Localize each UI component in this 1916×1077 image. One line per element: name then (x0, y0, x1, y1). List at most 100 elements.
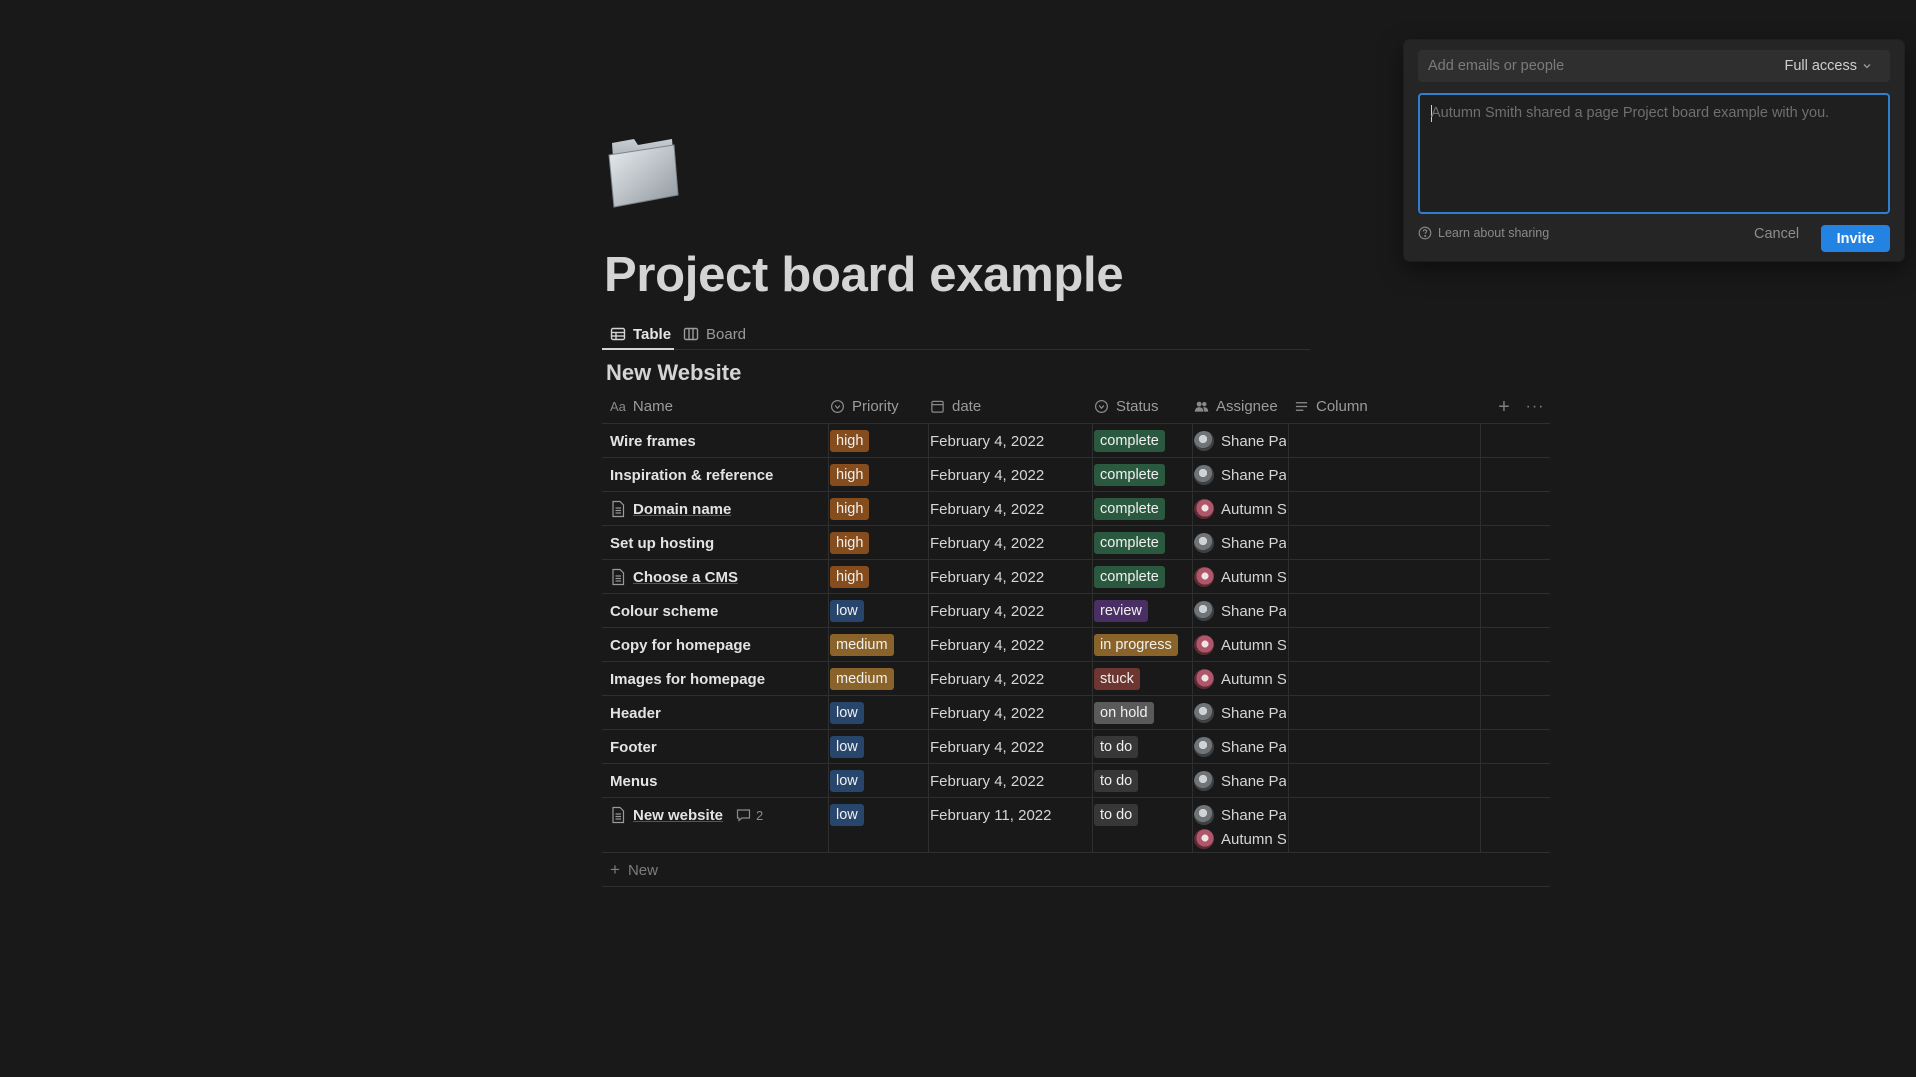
table-row[interactable]: Copy for homepage medium February 4, 2022 i… (602, 628, 1550, 662)
assignee-cell[interactable]: Shane Par (1194, 424, 1286, 451)
table-row[interactable]: Menus low February 4, 2022 to do Shane Par (602, 764, 1550, 798)
table-row[interactable]: Wire frames high February 4, 2022 complete S… (602, 424, 1550, 458)
row-title[interactable]: Colour scheme (610, 603, 718, 620)
column-header-column[interactable]: Column (1294, 389, 1368, 424)
status-cell[interactable]: complete (1094, 492, 1165, 526)
cancel-button[interactable]: Cancel (1754, 226, 1799, 242)
name-cell[interactable]: Domain name (610, 492, 820, 526)
date-cell[interactable]: February 4, 2022 (930, 730, 1044, 764)
status-cell[interactable]: complete (1094, 458, 1165, 492)
invite-email-input[interactable]: Add emails or people Full access (1418, 50, 1890, 82)
status-cell[interactable]: to do (1094, 730, 1139, 764)
priority-cell[interactable]: low (830, 798, 864, 832)
row-title[interactable]: Footer (610, 739, 657, 756)
column-header-status[interactable]: Status (1094, 389, 1159, 424)
name-cell[interactable]: Choose a CMS (610, 560, 820, 594)
row-title[interactable]: Copy for homepage (610, 637, 751, 654)
row-title[interactable]: Menus (610, 773, 658, 790)
tab-table[interactable]: Table (610, 322, 671, 346)
row-title[interactable]: Choose a CMS (633, 569, 738, 586)
status-cell[interactable]: review (1094, 594, 1148, 628)
assignee-chip[interactable]: Shane Par (1194, 737, 1286, 757)
assignee-cell[interactable]: Shane Par (1194, 730, 1286, 757)
priority-cell[interactable]: high (830, 492, 870, 526)
column-header-priority[interactable]: Priority (830, 389, 899, 424)
date-cell[interactable]: February 4, 2022 (930, 458, 1044, 492)
table-row[interactable]: New website 2 low February 11, 2022 to do Sha… (602, 798, 1550, 853)
status-cell[interactable]: to do (1094, 798, 1139, 832)
assignee-cell[interactable]: Autumn Si (1194, 628, 1286, 655)
name-cell[interactable]: Wire frames (610, 424, 820, 458)
priority-cell[interactable]: medium (830, 628, 894, 662)
name-cell[interactable]: Set up hosting (610, 526, 820, 560)
assignee-cell[interactable]: Shane Par (1194, 764, 1286, 791)
row-title[interactable]: Wire frames (610, 433, 696, 450)
assignee-cell[interactable]: Shane Par (1194, 458, 1286, 485)
table-row[interactable]: Footer low February 4, 2022 to do Shane Par (602, 730, 1550, 764)
assignee-chip[interactable]: Shane Par (1194, 805, 1286, 825)
assignee-chip[interactable]: Shane Par (1194, 601, 1286, 621)
assignee-chip[interactable]: Autumn Si (1194, 829, 1286, 849)
date-cell[interactable]: February 4, 2022 (930, 594, 1044, 628)
row-title[interactable]: Images for homepage (610, 671, 765, 688)
column-header-date[interactable]: date (930, 389, 981, 424)
folder-icon[interactable] (604, 133, 682, 211)
row-title[interactable]: Header (610, 705, 661, 722)
priority-cell[interactable]: high (830, 560, 870, 594)
date-cell[interactable]: February 4, 2022 (930, 560, 1044, 594)
priority-cell[interactable]: high (830, 458, 870, 492)
table-row[interactable]: Domain name high February 4, 2022 complete A… (602, 492, 1550, 526)
column-header-name[interactable]: Aa Name (610, 389, 673, 424)
assignee-cell[interactable]: Shane Par Autumn Si (1194, 798, 1286, 849)
status-cell[interactable]: complete (1094, 526, 1165, 560)
table-row[interactable]: Colour scheme low February 4, 2022 review Sh… (602, 594, 1550, 628)
invite-button[interactable]: Invite (1821, 225, 1890, 252)
access-level-dropdown[interactable]: Full access (1784, 50, 1872, 82)
add-property-button[interactable]: + (1494, 396, 1514, 418)
assignee-chip[interactable]: Shane Par (1194, 533, 1286, 553)
assignee-cell[interactable]: Autumn Si (1194, 662, 1286, 689)
table-row[interactable]: Images for homepage medium February 4, 202… (602, 662, 1550, 696)
assignee-cell[interactable]: Shane Par (1194, 696, 1286, 723)
row-title[interactable]: Domain name (633, 501, 731, 518)
assignee-cell[interactable]: Shane Par (1194, 526, 1286, 553)
assignee-chip[interactable]: Autumn Si (1194, 499, 1286, 519)
database-title[interactable]: New Website (606, 360, 741, 386)
assignee-chip[interactable]: Shane Par (1194, 703, 1286, 723)
tab-board[interactable]: Board (683, 322, 746, 346)
row-title[interactable]: Set up hosting (610, 535, 714, 552)
assignee-chip[interactable]: Autumn Si (1194, 567, 1286, 587)
date-cell[interactable]: February 4, 2022 (930, 662, 1044, 696)
learn-about-sharing-link[interactable]: Learn about sharing (1418, 226, 1549, 240)
comment-count[interactable]: 2 (736, 808, 763, 823)
assignee-chip[interactable]: Shane Par (1194, 771, 1286, 791)
date-cell[interactable]: February 11, 2022 (930, 798, 1051, 832)
assignee-chip[interactable]: Shane Par (1194, 431, 1286, 451)
table-row[interactable]: Header low February 4, 2022 on hold Shane Pa… (602, 696, 1550, 730)
priority-cell[interactable]: low (830, 730, 864, 764)
name-cell[interactable]: Images for homepage (610, 662, 820, 696)
column-header-assignee[interactable]: Assignee (1194, 389, 1278, 424)
table-row[interactable]: Set up hosting high February 4, 2022 comple… (602, 526, 1550, 560)
date-cell[interactable]: February 4, 2022 (930, 696, 1044, 730)
date-cell[interactable]: February 4, 2022 (930, 526, 1044, 560)
name-cell[interactable]: New website 2 (610, 798, 820, 832)
name-cell[interactable]: Copy for homepage (610, 628, 820, 662)
name-cell[interactable]: Colour scheme (610, 594, 820, 628)
name-cell[interactable]: Footer (610, 730, 820, 764)
invite-message-textarea[interactable]: Autumn Smith shared a page Project board… (1418, 93, 1890, 214)
more-options-button[interactable]: ··· (1524, 397, 1546, 417)
row-title[interactable]: Inspiration & reference (610, 467, 773, 484)
priority-cell[interactable]: high (830, 526, 870, 560)
new-row-button[interactable]: + New (602, 853, 1550, 887)
assignee-cell[interactable]: Autumn Si (1194, 560, 1286, 587)
date-cell[interactable]: February 4, 2022 (930, 628, 1044, 662)
status-cell[interactable]: stuck (1094, 662, 1140, 696)
priority-cell[interactable]: low (830, 594, 864, 628)
table-row[interactable]: Choose a CMS high February 4, 2022 complete… (602, 560, 1550, 594)
name-cell[interactable]: Menus (610, 764, 820, 798)
name-cell[interactable]: Header (610, 696, 820, 730)
assignee-chip[interactable]: Autumn Si (1194, 669, 1286, 689)
status-cell[interactable]: to do (1094, 764, 1139, 798)
status-cell[interactable]: complete (1094, 560, 1165, 594)
